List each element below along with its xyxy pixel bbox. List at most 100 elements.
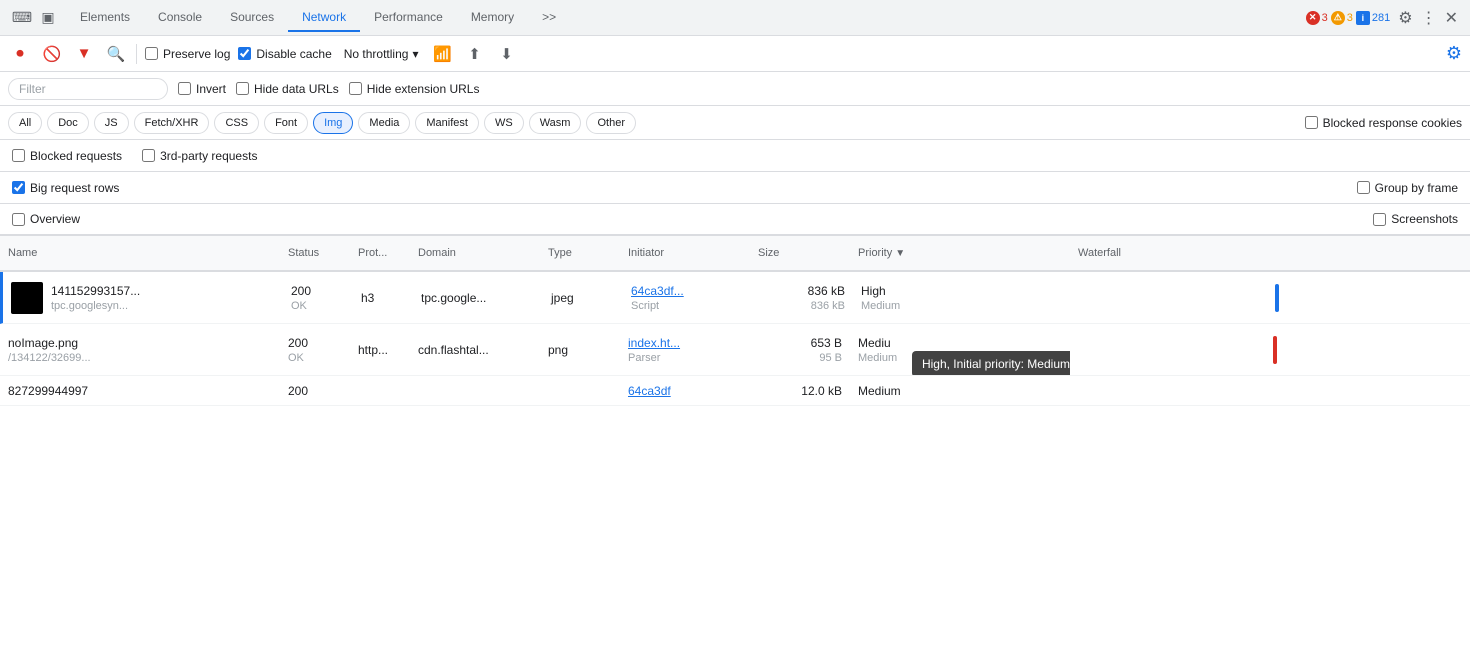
- th-status[interactable]: Status: [280, 247, 350, 259]
- res-btn-all[interactable]: All: [8, 112, 42, 134]
- th-initiator[interactable]: Initiator: [620, 247, 750, 259]
- td-size-1: 836 kB 836 kB: [753, 272, 853, 323]
- overview-text: Overview: [30, 212, 80, 226]
- tab-sources[interactable]: Sources: [216, 4, 288, 32]
- stop-recording-button[interactable]: ⏺: [8, 42, 32, 66]
- screenshots-checkbox[interactable]: [1373, 213, 1386, 226]
- td-name-1: 141152993157... tpc.googlesyn...: [3, 272, 283, 323]
- res-btn-other[interactable]: Other: [586, 112, 636, 134]
- search-button[interactable]: 🔍: [104, 42, 128, 66]
- disable-cache-checkbox[interactable]: [238, 47, 251, 60]
- res-btn-manifest[interactable]: Manifest: [415, 112, 479, 134]
- big-request-rows-checkbox[interactable]: [12, 181, 25, 194]
- overview-label[interactable]: Overview: [12, 212, 80, 226]
- res-btn-wasm[interactable]: Wasm: [529, 112, 582, 134]
- th-name[interactable]: Name: [0, 247, 280, 259]
- third-party-checkbox[interactable]: [142, 149, 155, 162]
- preserve-log-checkbox[interactable]: [145, 47, 158, 60]
- wifi-icon[interactable]: 📶: [430, 42, 454, 66]
- table-row[interactable]: noImage.png /134122/32699... 200 OK http…: [0, 324, 1470, 376]
- hide-extension-urls-checkbox[interactable]: [349, 82, 362, 95]
- tab-bar: ⌨ ▣ Elements Console Sources Network Per…: [0, 0, 1470, 36]
- screenshots-label[interactable]: Screenshots: [1373, 212, 1458, 226]
- th-protocol[interactable]: Prot...: [350, 247, 410, 259]
- group-by-frame-label[interactable]: Group by frame: [1357, 181, 1458, 195]
- big-request-rows-label[interactable]: Big request rows: [12, 181, 119, 195]
- filter-input[interactable]: [8, 78, 168, 100]
- td-type-3: [540, 376, 620, 405]
- td-name-2: noImage.png /134122/32699...: [0, 324, 280, 375]
- td-size-2: 653 B 95 B: [750, 324, 850, 375]
- table-row[interactable]: 827299944997 200 64ca3df 12.0 kB Medium: [0, 376, 1470, 406]
- tab-memory[interactable]: Memory: [457, 4, 528, 32]
- error-count[interactable]: ✕ 3: [1306, 11, 1328, 25]
- close-devtools-icon[interactable]: ✕: [1445, 8, 1458, 28]
- td-domain-3: [410, 376, 540, 405]
- third-party-label[interactable]: 3rd-party requests: [142, 149, 257, 163]
- res-btn-doc[interactable]: Doc: [47, 112, 89, 134]
- th-waterfall[interactable]: Waterfall: [1070, 247, 1470, 259]
- blocked-cookies-label[interactable]: Blocked response cookies: [1305, 116, 1462, 130]
- network-toolbar: ⏺ 🚫 ▼ 🔍 Preserve log Disable cache No th…: [0, 36, 1470, 72]
- info-count[interactable]: i 281: [1356, 11, 1390, 25]
- res-btn-media[interactable]: Media: [358, 112, 410, 134]
- th-priority[interactable]: Priority ▼: [850, 247, 1070, 259]
- invert-label[interactable]: Invert: [178, 82, 226, 96]
- tab-elements[interactable]: Elements: [66, 4, 144, 32]
- res-btn-fetch-xhr[interactable]: Fetch/XHR: [134, 112, 210, 134]
- tab-more[interactable]: >>: [528, 4, 570, 32]
- td-status-3: 200: [280, 376, 350, 405]
- table-row[interactable]: 141152993157... tpc.googlesyn... 200 OK …: [0, 272, 1470, 324]
- td-name-3: 827299944997: [0, 376, 280, 405]
- screenshots-text: Screenshots: [1391, 212, 1458, 226]
- waterfall-bar-2: [1273, 336, 1277, 364]
- network-settings-icon[interactable]: ⚙: [1446, 43, 1462, 64]
- filter-icon-button[interactable]: ▼: [72, 42, 96, 66]
- res-btn-css[interactable]: CSS: [214, 112, 259, 134]
- overview-checkbox[interactable]: [12, 213, 25, 226]
- options-row-2: Big request rows Group by frame: [0, 172, 1470, 204]
- group-by-frame-checkbox[interactable]: [1357, 181, 1370, 194]
- row-name-primary-3: 827299944997: [8, 384, 272, 398]
- th-domain[interactable]: Domain: [410, 247, 540, 259]
- th-type[interactable]: Type: [540, 247, 620, 259]
- device-icon[interactable]: ▣: [38, 8, 58, 28]
- big-request-rows-text: Big request rows: [30, 181, 119, 195]
- hide-extension-urls-label[interactable]: Hide extension URLs: [349, 82, 480, 96]
- hide-data-urls-label[interactable]: Hide data URLs: [236, 82, 339, 96]
- td-domain-2: cdn.flashtal...: [410, 324, 540, 375]
- th-size[interactable]: Size: [750, 247, 850, 259]
- tab-performance[interactable]: Performance: [360, 4, 457, 32]
- separator-1: [136, 44, 137, 64]
- info-dot: i: [1356, 11, 1370, 25]
- res-btn-js[interactable]: JS: [94, 112, 129, 134]
- settings-icon[interactable]: ⚙: [1398, 8, 1412, 28]
- download-icon[interactable]: ⬇: [494, 42, 518, 66]
- td-priority-3: Medium: [850, 376, 1070, 405]
- blocked-requests-text: Blocked requests: [30, 149, 122, 163]
- tab-network[interactable]: Network: [288, 4, 360, 32]
- invert-checkbox[interactable]: [178, 82, 191, 95]
- blocked-requests-label[interactable]: Blocked requests: [12, 149, 122, 163]
- res-btn-font[interactable]: Font: [264, 112, 308, 134]
- options-row-1: Blocked requests 3rd-party requests: [0, 140, 1470, 172]
- warning-count[interactable]: ⚠ 3: [1331, 11, 1353, 25]
- res-btn-img[interactable]: Img: [313, 112, 353, 134]
- cursor-icon[interactable]: ⌨: [12, 8, 32, 28]
- throttle-select[interactable]: No throttling ▾: [340, 45, 423, 63]
- row-name-primary-2: noImage.png: [8, 336, 272, 350]
- priority-sort-arrow: ▼: [895, 248, 905, 259]
- clear-button[interactable]: 🚫: [40, 42, 64, 66]
- tab-console[interactable]: Console: [144, 4, 216, 32]
- hide-data-urls-checkbox[interactable]: [236, 82, 249, 95]
- upload-icon[interactable]: ⬆: [462, 42, 486, 66]
- res-btn-ws[interactable]: WS: [484, 112, 524, 134]
- td-protocol-2: http...: [350, 324, 410, 375]
- blocked-requests-checkbox[interactable]: [12, 149, 25, 162]
- more-options-icon[interactable]: ⋮: [1421, 8, 1437, 28]
- table-header: Name Status Prot... Domain Type Initiato…: [0, 236, 1470, 272]
- disable-cache-label[interactable]: Disable cache: [238, 47, 331, 61]
- hide-extension-urls-text: Hide extension URLs: [367, 82, 480, 96]
- blocked-cookies-checkbox[interactable]: [1305, 116, 1318, 129]
- preserve-log-label[interactable]: Preserve log: [145, 47, 230, 61]
